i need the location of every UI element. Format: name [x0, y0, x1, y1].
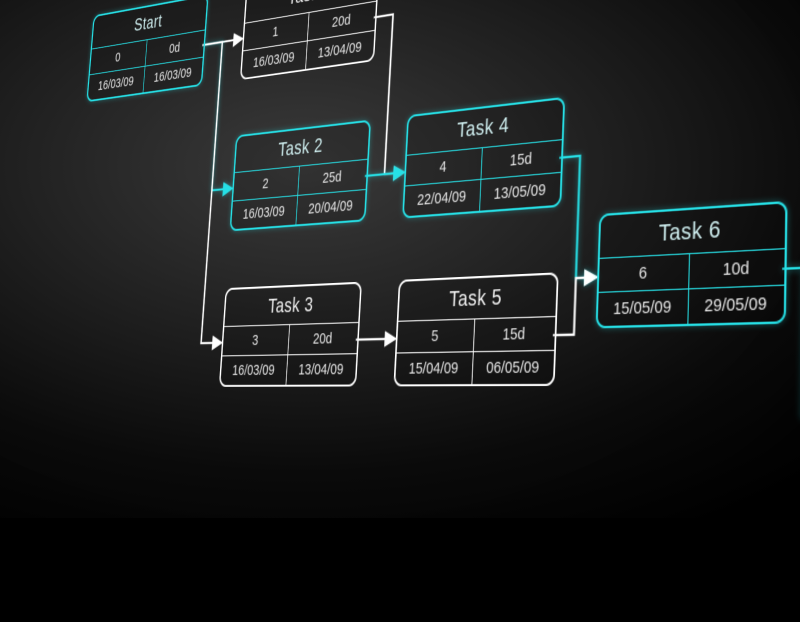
- edge-task5-task6: [553, 277, 597, 335]
- node-end-date: 13/04/09: [285, 354, 356, 385]
- node-duration: 10d: [688, 249, 785, 288]
- node-duration: 25d: [297, 160, 367, 195]
- node-title: Task 3: [224, 284, 360, 326]
- edge-task4-task6: [555, 154, 601, 279]
- node-start-date: 22/04/09: [404, 180, 480, 216]
- node-id: 5: [397, 320, 474, 353]
- node-start-date: 16/03/09: [231, 196, 297, 229]
- node-end-date: 13/05/09: [479, 173, 561, 211]
- node-end-date: 06/05/09: [471, 351, 554, 384]
- node-start-date: 15/04/09: [395, 352, 472, 384]
- node-task1: Task 1 1 20d 16/03/09 13/04/09: [240, 0, 380, 80]
- node-end-date: 20/04/09: [295, 190, 365, 225]
- node-task3: Task 3 3 20d 16/03/09 13/04/09: [219, 282, 362, 387]
- node-end-date: 29/05/09: [687, 286, 784, 324]
- node-task6: Task 6 6 10d 15/05/09 29/05/09: [596, 201, 788, 329]
- node-id: 3: [222, 325, 289, 355]
- node-duration: 20d: [287, 323, 358, 354]
- node-task4: Task 4 4 15d 22/04/09 13/05/09: [402, 97, 565, 219]
- node-start: Start 0 0d 16/03/09 16/03/09: [86, 0, 208, 102]
- node-start-date: 15/05/09: [598, 290, 688, 327]
- node-id: 4: [405, 148, 481, 185]
- node-task5: Task 5 5 15d 15/04/09 06/05/09: [393, 272, 558, 386]
- node-title: Task 5: [398, 275, 556, 321]
- node-task2: Task 2 2 25d 16/03/09 20/04/09: [230, 120, 372, 232]
- node-id: 2: [233, 167, 299, 201]
- node-duration: 15d: [472, 317, 555, 351]
- edge-task3-task5: [356, 339, 396, 340]
- node-start-date: 16/03/09: [220, 355, 287, 385]
- node-id: 6: [599, 254, 689, 292]
